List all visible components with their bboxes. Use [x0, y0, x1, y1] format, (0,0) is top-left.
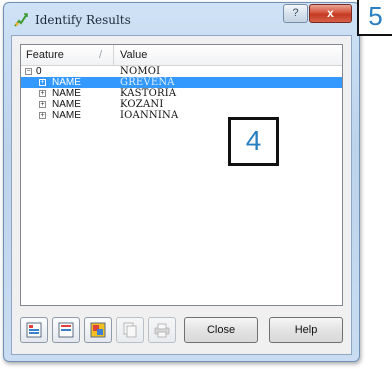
collapse-icon[interactable]: − [25, 68, 32, 75]
close-button[interactable]: Close [184, 317, 258, 343]
feature-cell: NAME [52, 99, 81, 110]
print-icon [154, 323, 170, 338]
expand-icon[interactable]: + [39, 101, 46, 108]
expand-icon[interactable]: + [39, 90, 46, 97]
title-bar[interactable]: Identify Results ? x [4, 3, 359, 33]
expand-icon[interactable]: + [39, 112, 46, 119]
collapse-all-button[interactable] [52, 317, 80, 343]
layer-style-button[interactable] [84, 317, 112, 343]
title-close-button[interactable]: x [309, 4, 352, 23]
feature-cell: NAME [52, 110, 81, 121]
window-title: Identify Results [35, 13, 131, 27]
dialog-client-area: Feature / Value − 0 NOMOI + NAME GREVENA… [11, 35, 352, 355]
tree-root-row[interactable]: − 0 NOMOI [21, 66, 342, 77]
value-cell: NOMOI [120, 66, 161, 77]
feature-cell: NAME [52, 77, 81, 88]
annotation-callout-4: 4 [228, 117, 279, 166]
column-header-value[interactable]: Value [120, 45, 147, 65]
print-button[interactable] [148, 317, 176, 343]
expand-all-button[interactable] [20, 317, 48, 343]
results-tree[interactable]: Feature / Value − 0 NOMOI + NAME GREVENA… [20, 44, 343, 306]
help-button[interactable]: Help [269, 317, 343, 343]
tree-header: Feature / Value [21, 45, 342, 66]
layer-color-icon [90, 322, 106, 338]
annotation-callout-5: 5 [357, 0, 392, 36]
value-cell: KOZANI [120, 99, 164, 110]
feature-cell: 0 [36, 66, 42, 77]
bottom-toolbar: Close Help [20, 317, 343, 345]
tree-row[interactable]: + NAME IOANNINA [21, 110, 342, 121]
tree-row[interactable]: + NAME GREVENA [21, 77, 342, 88]
collapse-tree-icon [58, 322, 74, 338]
column-resize-grip[interactable]: / [99, 45, 102, 65]
copy-icon [123, 322, 137, 338]
identify-results-window: Identify Results ? x Feature / Value − 0… [3, 2, 360, 362]
tree-row[interactable]: + NAME KASTORIA [21, 88, 342, 99]
value-cell: GREVENA [120, 77, 175, 88]
expand-icon[interactable]: + [39, 79, 46, 86]
expand-tree-icon [26, 322, 42, 338]
value-cell: IOANNINA [120, 110, 179, 121]
tree-row[interactable]: + NAME KOZANI [21, 99, 342, 110]
copy-button[interactable] [116, 317, 144, 343]
feature-cell: NAME [52, 88, 81, 99]
value-cell: KASTORIA [120, 88, 177, 99]
title-help-button[interactable]: ? [283, 4, 308, 23]
identify-tool-icon [13, 12, 29, 28]
